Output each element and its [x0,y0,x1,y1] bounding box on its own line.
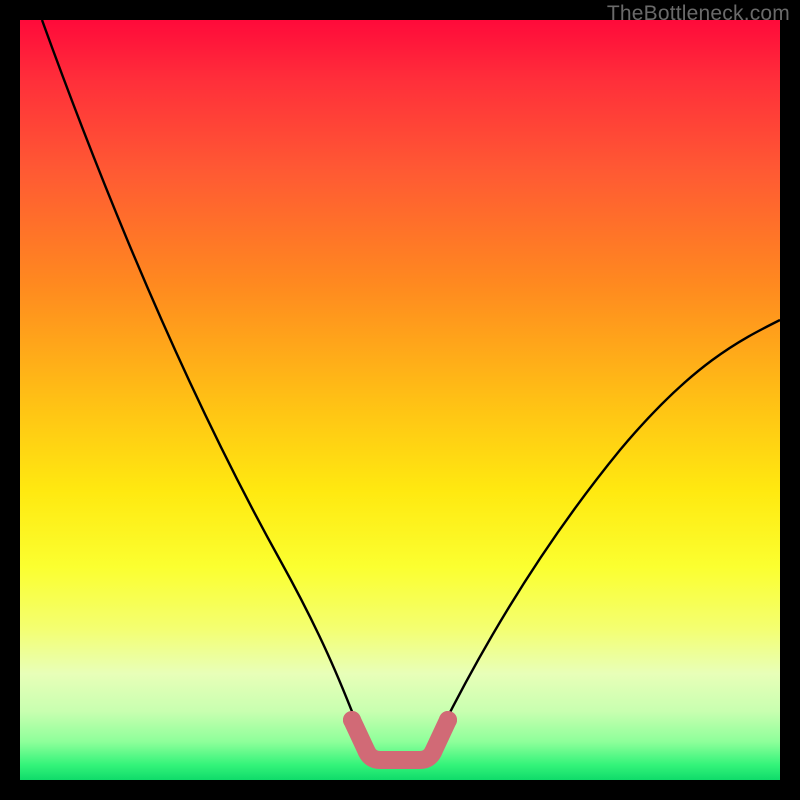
plot-area [20,20,780,780]
curve-layer [20,20,780,780]
chart-frame: TheBottleneck.com [0,0,800,800]
curve-left-branch [42,20,360,732]
valley-marker-left [343,711,361,729]
valley-highlight-path [352,720,448,760]
curve-right-branch [440,320,780,732]
valley-marker-right [439,711,457,729]
